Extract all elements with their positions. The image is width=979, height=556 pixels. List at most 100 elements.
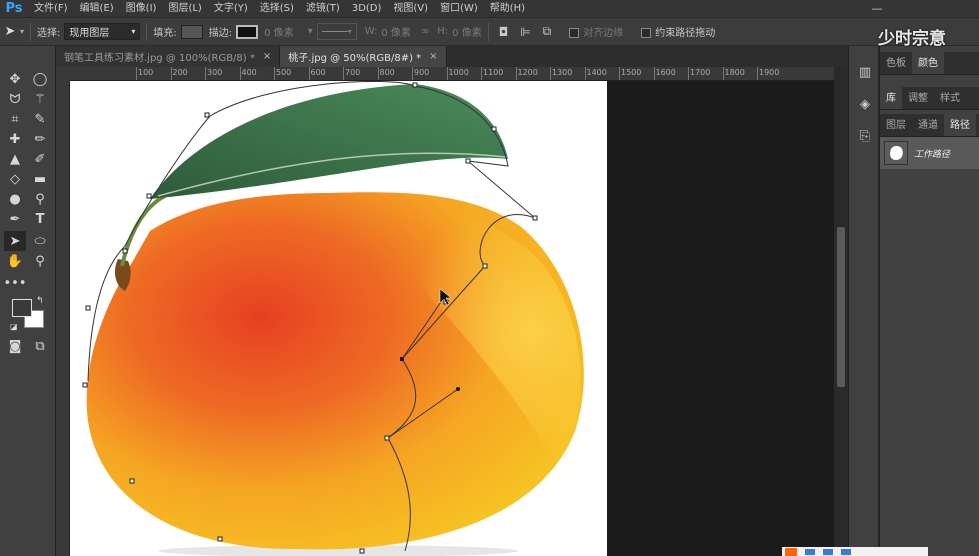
menu-select[interactable]: 选择(S) bbox=[254, 0, 300, 17]
screen-mode-icon[interactable]: ⧉ bbox=[29, 336, 51, 356]
pen-icon[interactable]: ✒ bbox=[4, 209, 26, 229]
close-icon[interactable]: × bbox=[263, 51, 271, 62]
stroke-width-value[interactable]: 0 像素 bbox=[264, 24, 294, 39]
healing-icon[interactable]: ✚ bbox=[4, 129, 26, 149]
path-arrangement-icon[interactable]: ⧉ bbox=[543, 24, 552, 39]
menu-window[interactable]: 窗口(W) bbox=[434, 0, 484, 17]
path-alignment-icon[interactable]: ⊫ bbox=[520, 25, 530, 39]
swap-colors-icon[interactable]: ↰ bbox=[36, 296, 44, 306]
marquee-icon[interactable]: ◯ bbox=[29, 69, 51, 89]
chevron-down-icon[interactable]: ▾ bbox=[308, 26, 313, 37]
menu-edit[interactable]: 编辑(E) bbox=[74, 0, 120, 17]
history-brush-icon[interactable]: ✐ bbox=[29, 149, 51, 169]
menu-image[interactable]: 图像(I) bbox=[120, 0, 163, 17]
ruler-tick-label: 400 bbox=[241, 68, 257, 77]
stroke-swatch[interactable] bbox=[236, 24, 259, 39]
eyedropper-icon[interactable]: ✎ bbox=[29, 109, 51, 129]
tab-label: 桃子.jpg @ 50%(RGB/8#) * bbox=[288, 53, 422, 64]
gradient-icon[interactable]: ▬ bbox=[29, 169, 51, 189]
tray-icon[interactable] bbox=[841, 548, 851, 555]
right-panels: 色板 颜色 库 调整 样式 图层 通道 路径 工作路径 bbox=[879, 46, 979, 556]
type-icon[interactable]: T bbox=[29, 209, 51, 229]
lasso-icon[interactable]: ᗢ bbox=[4, 89, 26, 109]
scrollbar-thumb[interactable] bbox=[837, 227, 845, 387]
hand-icon[interactable]: ✋ bbox=[4, 251, 26, 271]
vertical-ruler[interactable] bbox=[56, 81, 70, 556]
leaf bbox=[150, 84, 508, 199]
canvas-area[interactable] bbox=[70, 81, 834, 556]
fill-swatch[interactable] bbox=[180, 24, 203, 39]
select-dropdown[interactable]: 现用图层 ▾ bbox=[64, 23, 141, 40]
crop-icon[interactable]: ⌗ bbox=[4, 109, 26, 129]
ruler-tick bbox=[446, 67, 448, 80]
tab-styles[interactable]: 样式 bbox=[934, 87, 966, 109]
shape-icon[interactable]: ⬭ bbox=[29, 231, 51, 251]
magic-wand-icon[interactable]: ⚚ bbox=[29, 89, 51, 109]
tab-document-2[interactable]: 桃子.jpg @ 50%(RGB/8#) * × bbox=[280, 46, 447, 67]
divider bbox=[487, 22, 489, 41]
blur-icon[interactable]: ● bbox=[4, 189, 26, 209]
ruler-tick-label: 1500 bbox=[621, 68, 642, 77]
history-panel-icon[interactable]: ▥ bbox=[855, 62, 875, 82]
menu-layer[interactable]: 图层(L) bbox=[162, 0, 207, 17]
tab-color[interactable]: 颜色 bbox=[912, 52, 944, 74]
tab-libraries[interactable]: 库 bbox=[880, 87, 902, 109]
path-thumbnail bbox=[884, 141, 908, 165]
stamp-icon[interactable]: ▲ bbox=[4, 149, 26, 169]
eraser-icon[interactable]: ◇ bbox=[4, 169, 26, 189]
link-icon[interactable]: ∞ bbox=[421, 26, 429, 37]
layers-panel-tabs: 图层 通道 路径 bbox=[880, 114, 979, 137]
tab-swatches[interactable]: 色板 bbox=[880, 52, 912, 74]
menu-filter[interactable]: 滤镜(T) bbox=[300, 0, 346, 17]
move-icon[interactable]: ✥ bbox=[4, 69, 26, 89]
h-field[interactable]: 0 像素 bbox=[452, 24, 482, 39]
stroke-type-dropdown[interactable]: ▾ bbox=[316, 23, 357, 40]
ruler-tick bbox=[757, 67, 758, 80]
paragraph-panel-icon[interactable]: ⎘ bbox=[855, 126, 875, 146]
dodge-icon[interactable]: ⚲ bbox=[29, 189, 51, 209]
brush-icon[interactable]: ✏ bbox=[29, 129, 51, 149]
w-field[interactable]: 0 像素 bbox=[381, 24, 411, 39]
path-select-icon[interactable]: ➤ bbox=[4, 231, 26, 251]
more-icon[interactable]: ••• bbox=[4, 273, 27, 293]
chevron-down-icon: ▾ bbox=[131, 27, 136, 36]
ruler-tick bbox=[722, 67, 724, 80]
menu-type[interactable]: 文字(Y) bbox=[208, 0, 254, 17]
tab-adjustments[interactable]: 调整 bbox=[902, 87, 934, 109]
default-colors-icon[interactable]: ◪ bbox=[10, 322, 18, 331]
ruler-corner[interactable] bbox=[56, 67, 70, 81]
properties-panel-icon[interactable]: ◈ bbox=[855, 94, 875, 114]
panel-icon-strip: ▥ ◈ ⎘ bbox=[848, 46, 878, 556]
tab-paths[interactable]: 路径 bbox=[944, 114, 976, 136]
quick-mask-icon[interactable]: ◙ bbox=[4, 336, 26, 356]
align-edges-label: 对齐边缘 bbox=[583, 28, 624, 39]
horizontal-ruler[interactable]: 100 200 300 400 500 600 700 800 900 1000 1100 1200 1… bbox=[70, 67, 834, 81]
input-method-icon[interactable] bbox=[785, 547, 797, 556]
menu-view[interactable]: 视图(V) bbox=[387, 0, 434, 17]
document-canvas[interactable] bbox=[70, 81, 607, 556]
tray-icon[interactable] bbox=[805, 548, 815, 555]
menu-3d[interactable]: 3D(D) bbox=[346, 0, 388, 17]
align-edges-checkbox[interactable]: 对齐边缘 bbox=[569, 24, 623, 39]
vertical-scrollbar[interactable] bbox=[834, 67, 848, 556]
close-icon[interactable]: × bbox=[429, 51, 437, 62]
zoom-icon[interactable]: ⚲ bbox=[29, 251, 51, 271]
photoshop-logo: Ps bbox=[5, 1, 23, 16]
constrain-path-checkbox[interactable]: 约束路径拖动 bbox=[641, 24, 715, 39]
tab-document-1[interactable]: 钢笔工具练习素材.jpg @ 100%(RGB/8) * × bbox=[56, 46, 281, 67]
stroke-line-icon bbox=[321, 31, 348, 32]
foreground-color-swatch[interactable] bbox=[12, 299, 32, 317]
ruler-tick bbox=[239, 67, 241, 80]
menu-help[interactable]: 帮助(H) bbox=[484, 0, 531, 17]
ruler-tick bbox=[550, 67, 551, 80]
path-operations-icon[interactable]: ◘ bbox=[499, 25, 509, 39]
menu-file[interactable]: 文件(F) bbox=[28, 0, 74, 17]
tab-layers[interactable]: 图层 bbox=[880, 114, 912, 136]
tab-channels[interactable]: 通道 bbox=[912, 114, 944, 136]
minimize-button[interactable]: — bbox=[862, 0, 892, 17]
h-label: H: bbox=[437, 26, 449, 37]
tray-icon[interactable] bbox=[823, 548, 833, 555]
path-select-tool-icon: ➤ bbox=[4, 24, 16, 39]
tool-preset-chevron-icon[interactable]: ▾ bbox=[20, 27, 24, 36]
path-list-item[interactable]: 工作路径 bbox=[880, 137, 979, 169]
